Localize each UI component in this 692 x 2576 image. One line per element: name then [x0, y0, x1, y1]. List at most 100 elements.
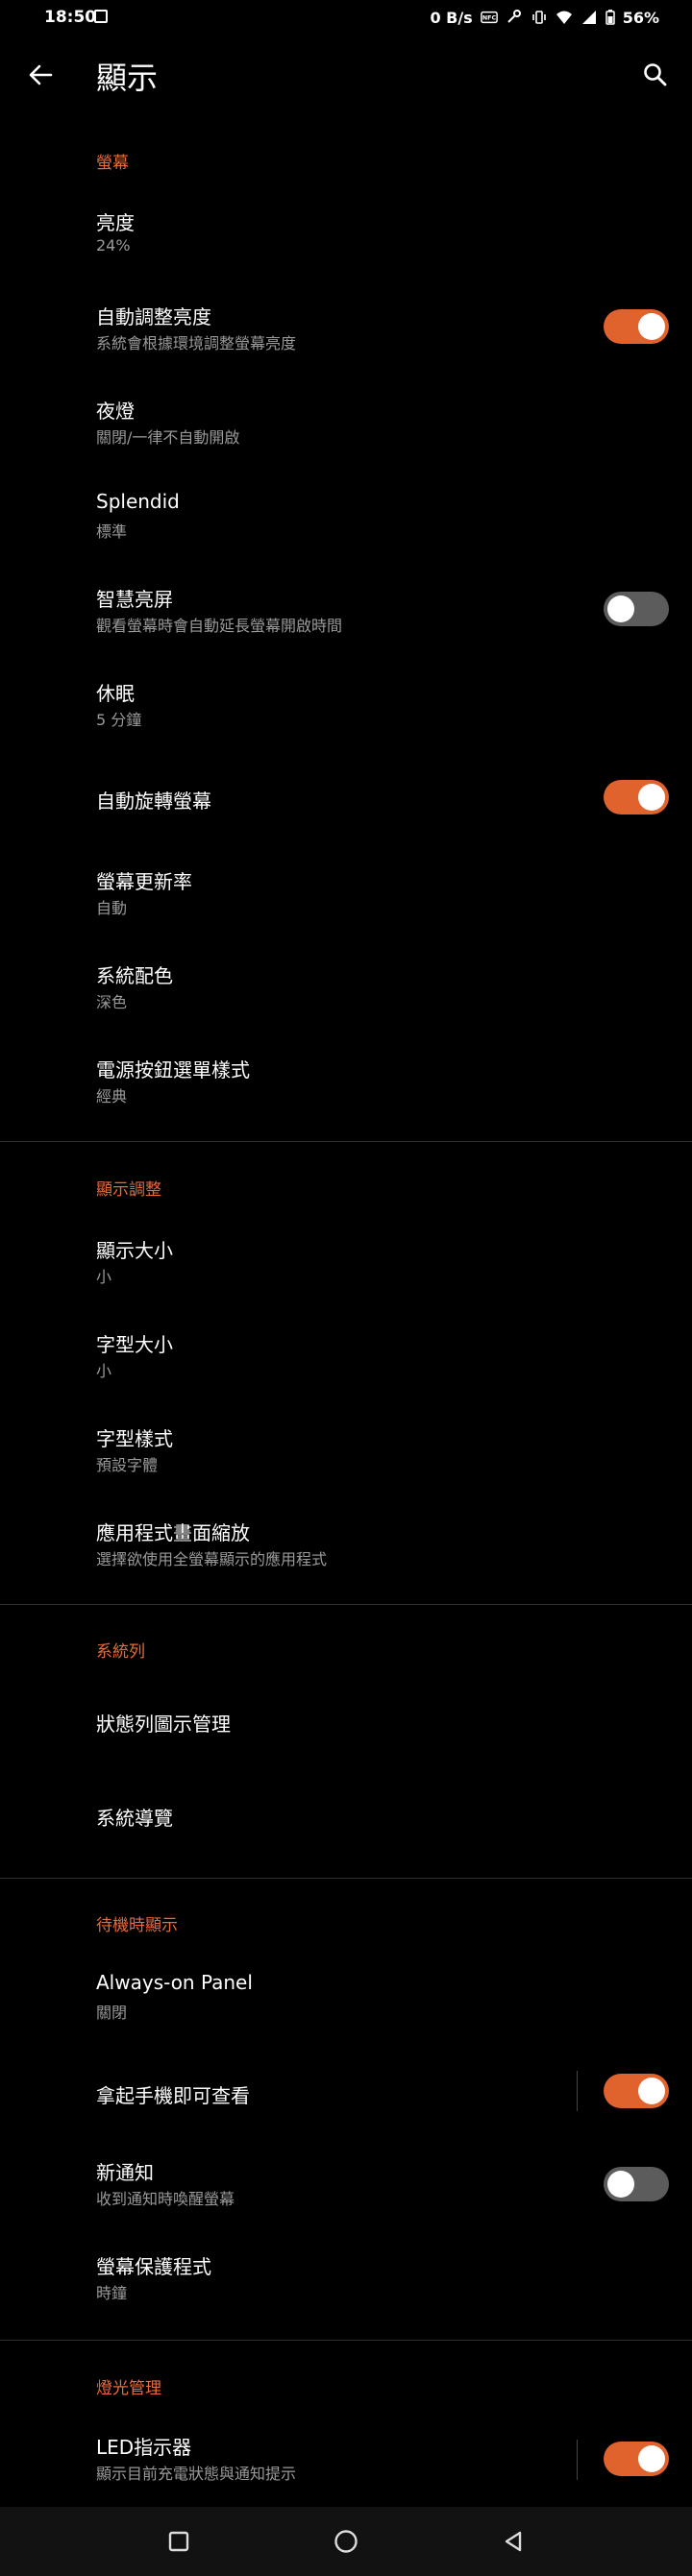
setting-description: 收到通知時喚醒螢幕: [96, 2190, 235, 2208]
nav-back-button[interactable]: [490, 2518, 536, 2564]
home-button[interactable]: [323, 2518, 369, 2564]
setting-title: 智慧亮屏: [96, 588, 173, 611]
setting-system-color[interactable]: 系統配色 深色: [0, 945, 692, 1039]
setting-font-size[interactable]: 字型大小 小: [0, 1314, 692, 1408]
setting-value: 關閉/一律不自動開啟: [96, 428, 240, 447]
status-time: 18:50: [44, 8, 97, 27]
setting-screensaver[interactable]: 螢幕保護程式 時鐘: [0, 2232, 692, 2326]
setting-value: 關閉: [96, 2004, 128, 2022]
app-bar: 顯示: [0, 35, 692, 111]
setting-title: 拿起手機即可查看: [96, 2084, 250, 2107]
setting-system-navigation[interactable]: 系統導覽: [0, 1770, 692, 1864]
setting-sleep[interactable]: 休眠 5 分鐘: [0, 663, 692, 757]
setting-night-light[interactable]: 夜燈 關閉/一律不自動開啟: [0, 380, 692, 474]
setting-value: 5 分鐘: [96, 711, 142, 729]
setting-value: 自動: [96, 899, 128, 917]
toggle-knob: [638, 784, 665, 811]
setting-splendid[interactable]: Splendid 標準: [0, 474, 692, 569]
signal-icon: [581, 11, 596, 24]
setting-app-scaling[interactable]: 應用程式畫面縮放 選擇欲使用全螢幕顯示的應用程式: [0, 1502, 692, 1596]
section-divider: [0, 1604, 692, 1605]
setting-description: 顯示目前充電狀態與通知提示: [96, 2465, 297, 2483]
setting-always-on-panel[interactable]: Always-on Panel 關閉: [0, 1956, 692, 2050]
setting-description: 觀看螢幕時會自動延長螢幕開啟時間: [96, 617, 343, 635]
section-header-standby: 待機時顯示: [96, 1916, 178, 1935]
toggle-knob: [638, 2078, 665, 2104]
section-divider: [0, 2340, 692, 2341]
setting-description: 系統會根據環境調整螢幕亮度: [96, 334, 297, 352]
toggle-knob: [638, 313, 665, 340]
section-header-lighting: 燈光管理: [96, 2379, 161, 2398]
svg-text:NFC: NFC: [482, 15, 497, 22]
auto-rotate-toggle[interactable]: [604, 780, 669, 814]
setting-new-notification[interactable]: 新通知 收到通知時喚醒螢幕: [0, 2138, 692, 2232]
setting-value: 經典: [96, 1087, 128, 1106]
new-notification-toggle[interactable]: [604, 2167, 669, 2201]
status-right-group: 0 B/s NFC 56%: [430, 6, 659, 29]
setting-title: 系統配色: [96, 964, 173, 987]
lift-to-check-toggle[interactable]: [604, 2074, 669, 2108]
square-icon: [168, 2531, 189, 2552]
back-button[interactable]: [19, 54, 62, 96]
setting-title: LED指示器: [96, 2436, 192, 2459]
vertical-separator: [577, 2440, 578, 2480]
adaptive-brightness-toggle[interactable]: [604, 309, 669, 344]
triangle-left-icon: [505, 2531, 522, 2552]
setting-power-menu-style[interactable]: 電源按鈕選單樣式 經典: [0, 1039, 692, 1133]
battery-icon: [605, 10, 615, 25]
wifi-icon: [556, 11, 572, 24]
net-speed: 0 B/s: [430, 8, 473, 27]
setting-value: 小: [96, 1362, 112, 1380]
setting-led-indicator[interactable]: LED指示器 顯示目前充電狀態與通知提示: [0, 2415, 692, 2509]
setting-title: Splendid: [96, 490, 180, 513]
battery-percent: 56%: [622, 8, 659, 27]
setting-value: 24%: [96, 236, 131, 255]
setting-title: 字型大小: [96, 1333, 173, 1356]
setting-smart-screen[interactable]: 智慧亮屏 觀看螢幕時會自動延長螢幕開啟時間: [0, 569, 692, 663]
setting-value: 小: [96, 1268, 112, 1286]
setting-value: 標準: [96, 522, 128, 541]
toggle-knob: [607, 2171, 634, 2198]
setting-brightness[interactable]: 亮度 24%: [0, 192, 692, 286]
smart-screen-toggle[interactable]: [604, 592, 669, 626]
setting-font-style[interactable]: 字型樣式 預設字體: [0, 1408, 692, 1502]
setting-title: 顯示大小: [96, 1239, 173, 1262]
section-header-system-bar: 系統列: [96, 1642, 145, 1662]
recent-apps-button[interactable]: [156, 2518, 202, 2564]
page-title: 顯示: [96, 60, 159, 96]
setting-title: 螢幕更新率: [96, 870, 192, 893]
setting-value: 預設字體: [96, 1456, 159, 1474]
setting-title: 夜燈: [96, 400, 135, 423]
setting-auto-rotate[interactable]: 自動旋轉螢幕: [0, 751, 692, 845]
setting-description: 選擇欲使用全螢幕顯示的應用程式: [96, 1550, 328, 1568]
led-indicator-toggle[interactable]: [604, 2442, 669, 2476]
setting-title: 自動旋轉螢幕: [96, 790, 211, 813]
setting-refresh-rate[interactable]: 螢幕更新率 自動: [0, 851, 692, 945]
navigation-bar: [0, 2507, 692, 2576]
setting-title: 字型樣式: [96, 1427, 173, 1450]
setting-lift-to-check[interactable]: 拿起手機即可查看: [0, 2046, 692, 2140]
nfc-icon: NFC: [480, 11, 498, 24]
circle-icon: [334, 2530, 358, 2553]
setting-display-size[interactable]: 顯示大小 小: [0, 1220, 692, 1314]
setting-title: 新通知: [96, 2161, 154, 2184]
section-divider: [0, 1141, 692, 1142]
setting-adaptive-brightness[interactable]: 自動調整亮度 系統會根據環境調整螢幕亮度: [0, 286, 692, 380]
section-header-screen: 螢幕: [96, 154, 129, 173]
setting-value: 時鐘: [96, 2284, 128, 2302]
setting-title: 螢幕保護程式: [96, 2255, 211, 2278]
setting-status-bar-icons[interactable]: 狀態列圖示管理: [0, 1676, 692, 1770]
setting-title: 狀態列圖示管理: [96, 1713, 231, 1736]
vertical-separator: [577, 2071, 578, 2111]
setting-title: 應用程式畫面縮放: [96, 1521, 250, 1544]
setting-value: 深色: [96, 993, 128, 1011]
search-button[interactable]: [634, 54, 677, 96]
key-icon: [507, 10, 521, 23]
setting-title: 休眠: [96, 682, 135, 705]
status-bar: 18:50 0 B/s NFC 56%: [0, 0, 692, 35]
section-divider: [0, 1878, 692, 1879]
arrow-left-icon: [29, 64, 53, 85]
vibrate-icon: [531, 11, 546, 24]
setting-title: 電源按鈕選單樣式: [96, 1058, 250, 1081]
section-header-display-adjust: 顯示調整: [96, 1180, 161, 1200]
